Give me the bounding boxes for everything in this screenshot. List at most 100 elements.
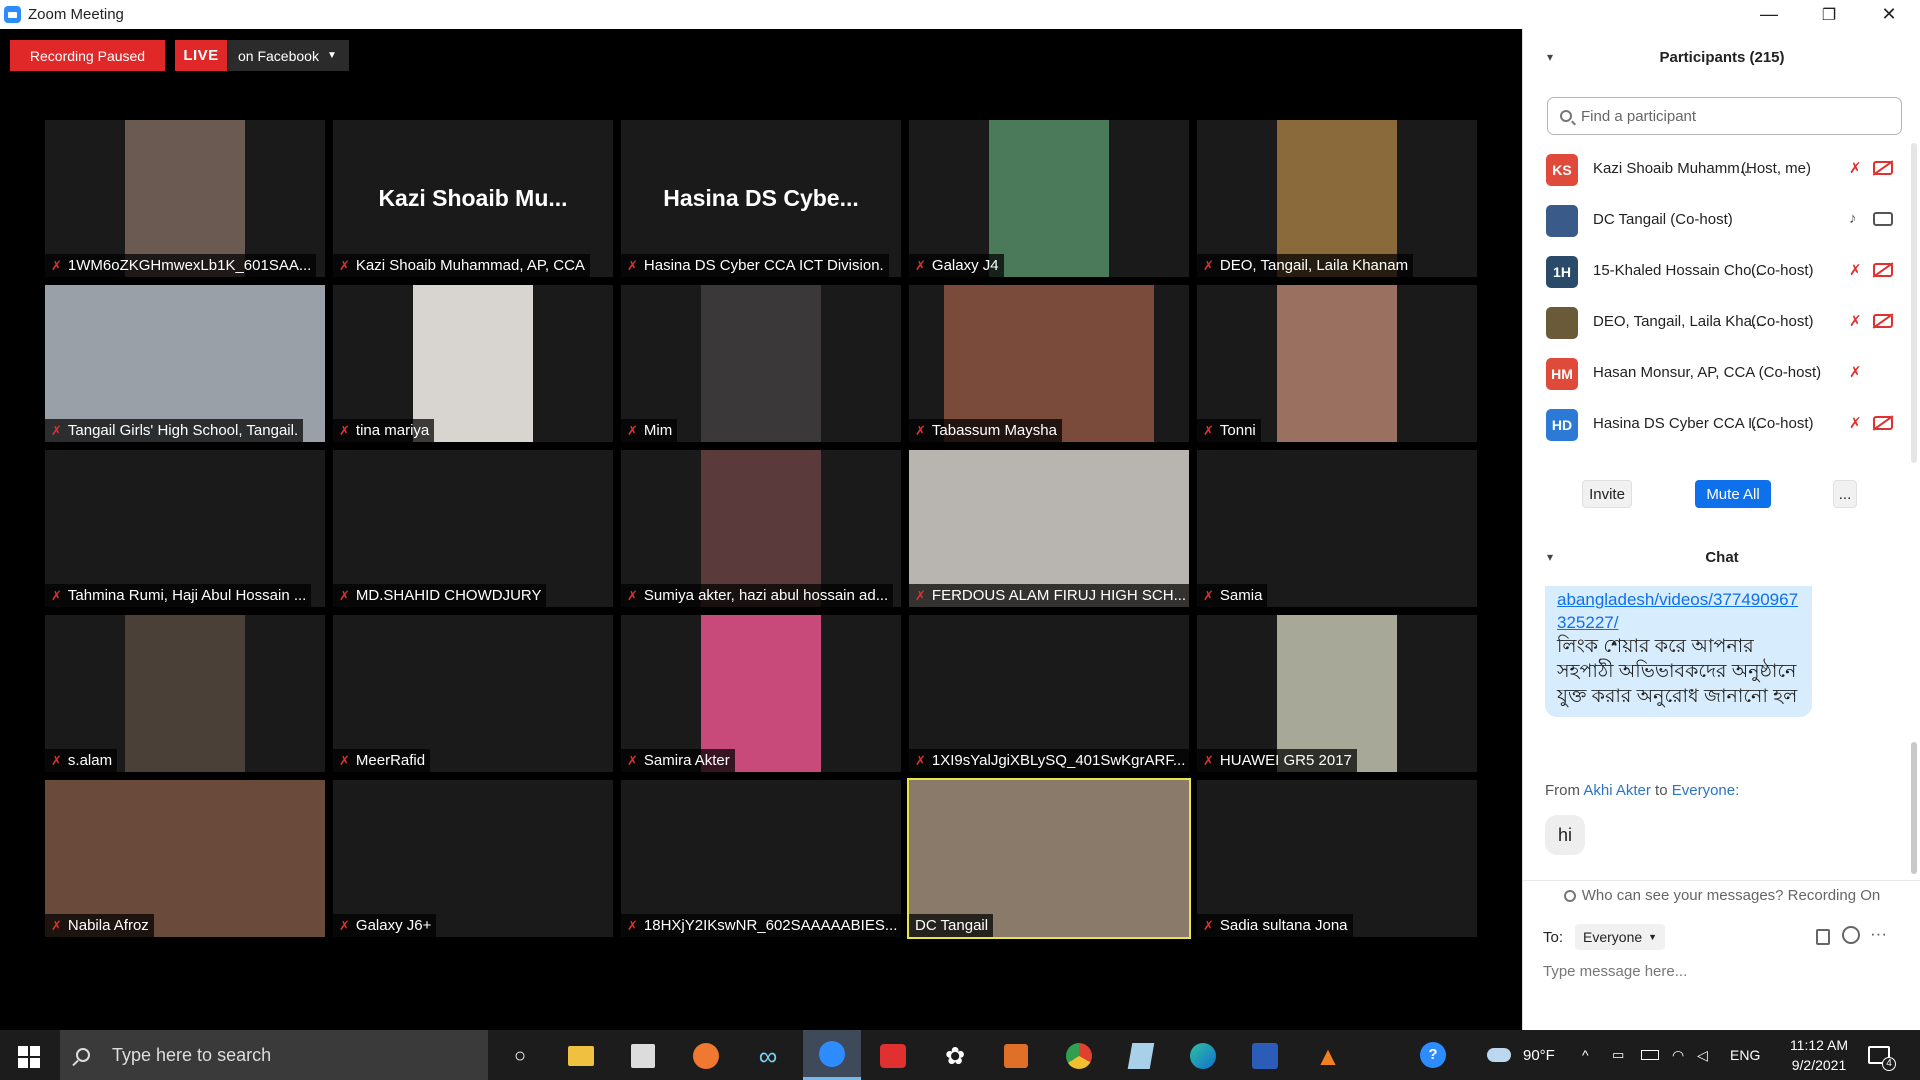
participant-row[interactable]: 1H 15-Khaled Hossain Cho... (Co-host) ✗ (1523, 248, 1913, 299)
edge-icon[interactable] (1190, 1043, 1216, 1069)
recipient-dropdown[interactable]: Everyone ▼ (1575, 924, 1666, 950)
invite-button[interactable]: Invite (1582, 480, 1632, 508)
message-visibility-notice[interactable]: Who can see your messages? Recording On (1523, 880, 1920, 910)
sender-name[interactable]: Akhi Akter (1583, 782, 1651, 799)
participant-video-tile[interactable]: ✗ Sumiya akter, hazi abul hossain ad... (621, 450, 901, 607)
chat-scrollbar[interactable] (1911, 742, 1917, 874)
meet-now-icon[interactable]: ▭ (1612, 1030, 1624, 1080)
paint-icon[interactable]: ✿ (937, 1038, 973, 1074)
anydesk-icon[interactable] (880, 1044, 906, 1068)
help-icon[interactable]: ? (1420, 1030, 1446, 1080)
chat-messages: abangladesh/videos/377490967325227/ লিংক… (1523, 586, 1920, 876)
participant-search-input[interactable] (1581, 107, 1881, 125)
minimize-button[interactable]: — (1740, 0, 1798, 29)
from-label: From (1545, 782, 1580, 799)
participant-row[interactable]: KS Kazi Shoaib Muhamm... (Host, me) ✗ (1523, 146, 1913, 197)
participant-video-tile[interactable]: ✗ Tahmina Rumi, Haji Abul Hossain ... (45, 450, 325, 607)
participant-video-tile[interactable]: ✗ DEO, Tangail, Laila Khanam (1197, 120, 1477, 277)
notes-app-icon[interactable] (1127, 1043, 1155, 1069)
participant-list-scrollbar[interactable] (1911, 143, 1917, 463)
mic-muted-icon[interactable]: ✗ (1849, 261, 1862, 279)
participant-video-tile[interactable]: ✗ MD.SHAHID CHOWDJURY (333, 450, 613, 607)
chat-message-input[interactable] (1543, 959, 1903, 983)
participant-video-tile[interactable]: ✗ FERDOUS ALAM FIRUJ HIGH SCH... (909, 450, 1189, 607)
file-explorer-icon[interactable] (568, 1046, 594, 1066)
media-app-icon[interactable] (1004, 1044, 1028, 1068)
file-icon[interactable] (1816, 929, 1830, 945)
tray-chevron-icon[interactable]: ^ (1582, 1030, 1589, 1080)
participant-video-tile[interactable]: ✗ Samira Akter (621, 615, 901, 772)
mic-muted-icon[interactable]: ✗ (1849, 414, 1862, 432)
mic-icon[interactable]: ♪ (1849, 210, 1857, 227)
chrome-icon[interactable] (1066, 1043, 1092, 1069)
vlc-icon[interactable]: ▲ (1310, 1038, 1346, 1074)
clock[interactable]: 11:12 AM 9/2/2021 (1770, 1035, 1868, 1075)
battery-icon[interactable] (1641, 1030, 1659, 1080)
restore-button[interactable]: ❐ (1800, 0, 1858, 29)
participant-row[interactable]: HD Hasina DS Cyber CCA I... (Co-host) ✗ (1523, 401, 1913, 452)
participant-row[interactable]: DC Tangail (Co-host) ♪ (1523, 197, 1913, 248)
participant-video-tile[interactable]: ✗ 1WM6oZKGHmwexLb1K_601SAA... (45, 120, 325, 277)
live-destination-dropdown[interactable]: on Facebook ▼ (228, 40, 349, 71)
language-indicator[interactable]: ENG (1730, 1030, 1760, 1080)
chat-more-icon[interactable]: ··· (1870, 924, 1887, 944)
participant-video-tile[interactable]: ✗ s.alam (45, 615, 325, 772)
participant-name-label: ✗ 18HXjY2IKswNR_602SAAAAABIES... (621, 914, 901, 937)
camera-off-icon[interactable] (1873, 263, 1893, 277)
mic-muted-icon: ✗ (627, 752, 638, 768)
participant-video-feed (989, 120, 1109, 277)
recording-status-badge[interactable]: Recording Paused (10, 40, 165, 71)
participant-video-tile[interactable]: ✗ Samia (1197, 450, 1477, 607)
mic-muted-icon: ✗ (627, 587, 638, 603)
participant-video-tile[interactable]: Hasina DS Cybe... ✗ Hasina DS Cyber CCA IC… (621, 120, 901, 277)
participant-name-label: ✗ Tahmina Rumi, Haji Abul Hossain ... (45, 584, 312, 607)
task-view-icon[interactable]: ○ (502, 1038, 538, 1074)
notifications-icon[interactable]: 4 (1868, 1030, 1896, 1080)
participant-video-tile[interactable]: ✗ Tabassum Maysha (909, 285, 1189, 442)
windows-start-icon[interactable] (18, 1046, 40, 1068)
participant-video-tile[interactable]: ✗ Tangail Girls' High School, Tangail. (45, 285, 325, 442)
emoji-icon[interactable] (1842, 926, 1860, 944)
firefox-icon[interactable] (693, 1043, 719, 1069)
participant-video-tile[interactable]: ✗ 18HXjY2IKswNR_602SAAAAABIES... (621, 780, 901, 937)
store-icon[interactable] (631, 1044, 655, 1068)
wifi-icon[interactable]: ◠ (1672, 1030, 1684, 1080)
collapse-chevron-icon[interactable]: ▾ (1547, 50, 1553, 64)
more-options-button[interactable]: ... (1833, 480, 1857, 508)
mic-muted-icon[interactable]: ✗ (1849, 159, 1862, 177)
participant-row[interactable]: HM Hasan Monsur, AP, CCA (Co-host) ✗ (1523, 350, 1913, 401)
camera-off-icon[interactable] (1873, 161, 1893, 175)
weather-widget[interactable]: 90°F (1487, 1030, 1555, 1080)
taskbar-search-box[interactable]: Type here to search (60, 1030, 488, 1080)
mute-all-button[interactable]: Mute All (1695, 480, 1771, 508)
participant-video-tile[interactable]: Kazi Shoaib Mu... ✗ Kazi Shoaib Muhammad, … (333, 120, 613, 277)
camera-icon[interactable] (1873, 212, 1893, 226)
participant-video-tile[interactable]: ✗ Galaxy J6+ (333, 780, 613, 937)
participant-role: (Co-host) (1751, 313, 1814, 330)
close-button[interactable]: ✕ (1860, 0, 1918, 29)
camera-off-icon[interactable] (1873, 416, 1893, 430)
mic-muted-icon[interactable]: ✗ (1849, 363, 1862, 381)
word-icon[interactable] (1252, 1043, 1278, 1069)
volume-icon[interactable]: ◁ (1697, 1030, 1708, 1080)
chat-message-link[interactable]: abangladesh/videos/377490967325227/ (1557, 588, 1800, 634)
collapse-chevron-icon[interactable]: ▾ (1547, 550, 1553, 564)
participant-video-tile[interactable]: ✗ MeerRafid (333, 615, 613, 772)
camera-off-icon[interactable] (1873, 314, 1893, 328)
participant-video-tile[interactable]: ✗ HUAWEI GR5 2017 (1197, 615, 1477, 772)
zoom-taskbar-icon[interactable] (819, 1040, 845, 1067)
participant-video-tile[interactable]: ✗ Galaxy J4 (909, 120, 1189, 277)
participant-row[interactable]: DEO, Tangail, Laila Kha... (Co-host) ✗ (1523, 299, 1913, 350)
participant-search[interactable] (1547, 97, 1902, 135)
participant-video-tile[interactable]: ✗ Sadia sultana Jona (1197, 780, 1477, 937)
participant-video-tile[interactable]: ✗ tina mariya (333, 285, 613, 442)
participant-video-tile[interactable]: ✗ Mim (621, 285, 901, 442)
infinity-app-icon[interactable]: ∞ (750, 1038, 786, 1074)
recipient-name[interactable]: Everyone: (1672, 782, 1740, 799)
mic-muted-icon[interactable]: ✗ (1849, 312, 1862, 330)
participant-video-tile[interactable]: DC Tangail (907, 778, 1191, 939)
participant-video-tile[interactable]: ✗ Nabila Afroz (45, 780, 325, 937)
participant-video-tile[interactable]: ✗ 1XI9sYalJgiXBLySQ_401SwKgrARF... (909, 615, 1189, 772)
participant-video-tile[interactable]: ✗ Tonni (1197, 285, 1477, 442)
mic-muted-icon: ✗ (1203, 752, 1214, 768)
